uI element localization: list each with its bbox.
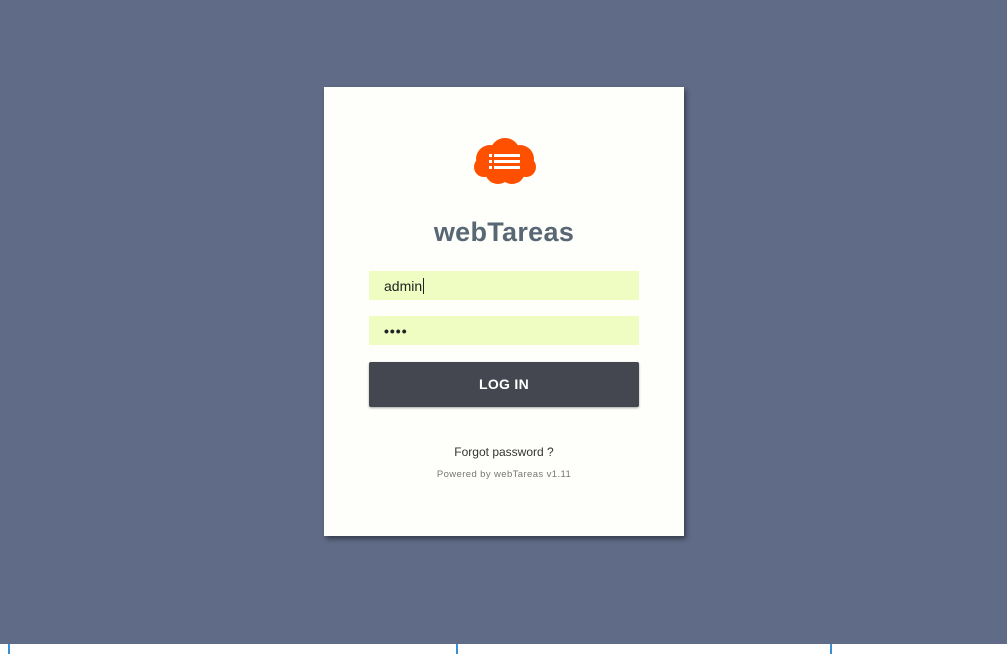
background-panel-middle: [456, 644, 830, 654]
password-value: ••••: [384, 322, 408, 339]
powered-by-text: Powered by webTareas v1.11: [436, 469, 572, 480]
background-window-strip: [0, 644, 1007, 654]
text-caret: [423, 278, 425, 295]
app-title: webTareas: [433, 217, 575, 247]
login-button[interactable]: LOG IN: [369, 362, 639, 407]
cloud-list-icon: [470, 137, 540, 187]
username-value: admin: [384, 277, 423, 294]
background-panel-left: [8, 644, 456, 654]
background-panel-right: [830, 644, 1007, 654]
login-card: webTareas admin •••• LOG IN Forgot passw…: [324, 87, 684, 536]
forgot-password-link[interactable]: Forgot password ?: [324, 445, 684, 459]
password-field[interactable]: ••••: [369, 316, 639, 345]
username-field[interactable]: admin: [369, 271, 639, 300]
